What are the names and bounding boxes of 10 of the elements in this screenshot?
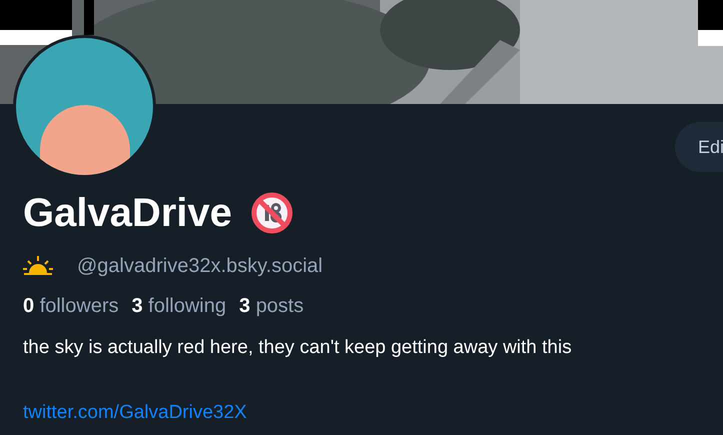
display-name: GalvaDrive bbox=[23, 193, 232, 233]
profile-stat[interactable]: 3 following bbox=[132, 291, 226, 321]
user-handle: @galvadrive32x.bsky.social bbox=[77, 254, 323, 279]
no-adults-icon bbox=[250, 191, 294, 235]
edit-profile-button[interactable]: Edi bbox=[675, 122, 723, 172]
sunrise-icon bbox=[23, 256, 53, 276]
profile-stat[interactable]: 0 followers bbox=[23, 291, 119, 321]
profile-stat[interactable]: 3 posts bbox=[239, 291, 304, 321]
profile-link[interactable]: twitter.com/GalvaDrive32X bbox=[23, 398, 247, 427]
profile-bio: the sky is actually red here, they can't keep getting away with this bbox=[23, 336, 573, 360]
